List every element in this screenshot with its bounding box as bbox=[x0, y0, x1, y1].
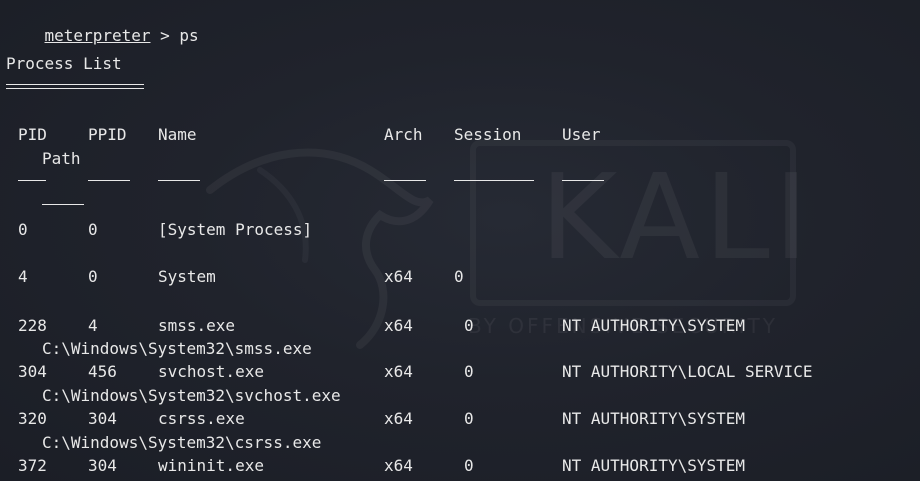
cell-pid: 4 bbox=[18, 267, 28, 286]
header-separator bbox=[158, 180, 200, 181]
cell-pid: 320 bbox=[18, 409, 47, 428]
cell-name: [System Process] bbox=[158, 220, 313, 239]
cell-path: C:\Windows\System32\svchost.exe bbox=[42, 386, 341, 405]
section-title-underline bbox=[6, 84, 144, 89]
cell-path: C:\Windows\System32\csrss.exe bbox=[42, 433, 322, 452]
cell-user: NT AUTHORITY\LOCAL SERVICE bbox=[562, 362, 813, 381]
cell-user: NT AUTHORITY\SYSTEM bbox=[562, 409, 746, 428]
cell-name: csrss.exe bbox=[158, 409, 245, 428]
cell-name: wininit.exe bbox=[158, 456, 264, 475]
cell-pid: 228 bbox=[18, 316, 47, 335]
header-separator bbox=[88, 180, 130, 181]
col-header-name: Name bbox=[158, 125, 197, 144]
header-separator bbox=[454, 180, 534, 181]
header-separator bbox=[562, 180, 604, 181]
prompt-prefix: meterpreter bbox=[44, 26, 151, 45]
cell-name: smss.exe bbox=[158, 316, 236, 335]
cell-session: 0 bbox=[464, 316, 474, 335]
col-header-pid: PID bbox=[18, 125, 47, 144]
cell-session: 0 bbox=[464, 362, 474, 381]
cell-ppid: 304 bbox=[88, 456, 117, 475]
section-title: Process List bbox=[6, 54, 122, 73]
col-header-arch: Arch bbox=[384, 125, 423, 144]
header-separator bbox=[18, 180, 46, 181]
prompt-command: ps bbox=[179, 26, 199, 45]
cell-pid: 0 bbox=[18, 220, 28, 239]
cell-arch: x64 bbox=[384, 316, 413, 335]
cell-session: 0 bbox=[464, 409, 474, 428]
kali-logo-text: KALI bbox=[540, 148, 813, 286]
cell-user: NT AUTHORITY\SYSTEM bbox=[562, 316, 746, 335]
cell-user: NT AUTHORITY\SYSTEM bbox=[562, 456, 746, 475]
cell-ppid: 456 bbox=[88, 362, 117, 381]
cell-pid: 372 bbox=[18, 456, 47, 475]
prompt-separator: > bbox=[150, 26, 180, 45]
cell-ppid: 4 bbox=[88, 316, 98, 335]
cell-path: C:\Windows\System32\smss.exe bbox=[42, 339, 312, 358]
cell-session: 0 bbox=[454, 267, 464, 286]
col-header-session: Session bbox=[454, 125, 522, 144]
header-separator bbox=[384, 180, 426, 181]
cell-ppid: 0 bbox=[88, 220, 98, 239]
cell-name: svchost.exe bbox=[158, 362, 264, 381]
cell-arch: x64 bbox=[384, 456, 413, 475]
prompt-line: meterpreter > ps bbox=[6, 6, 199, 45]
cell-name: System bbox=[158, 267, 216, 286]
cell-ppid: 0 bbox=[88, 267, 98, 286]
col-header-ppid: PPID bbox=[88, 125, 127, 144]
cell-arch: x64 bbox=[384, 409, 413, 428]
cell-arch: x64 bbox=[384, 267, 413, 286]
col-header-path: Path bbox=[42, 149, 81, 168]
col-header-user: User bbox=[562, 125, 601, 144]
cell-pid: 304 bbox=[18, 362, 47, 381]
cell-arch: x64 bbox=[384, 362, 413, 381]
cell-ppid: 304 bbox=[88, 409, 117, 428]
kali-logo-frame bbox=[470, 140, 796, 306]
cell-session: 0 bbox=[464, 456, 474, 475]
terminal-window[interactable]: KALI BY OFFENSIVE SECURITY meterpreter >… bbox=[0, 0, 920, 481]
header-separator bbox=[42, 204, 84, 205]
